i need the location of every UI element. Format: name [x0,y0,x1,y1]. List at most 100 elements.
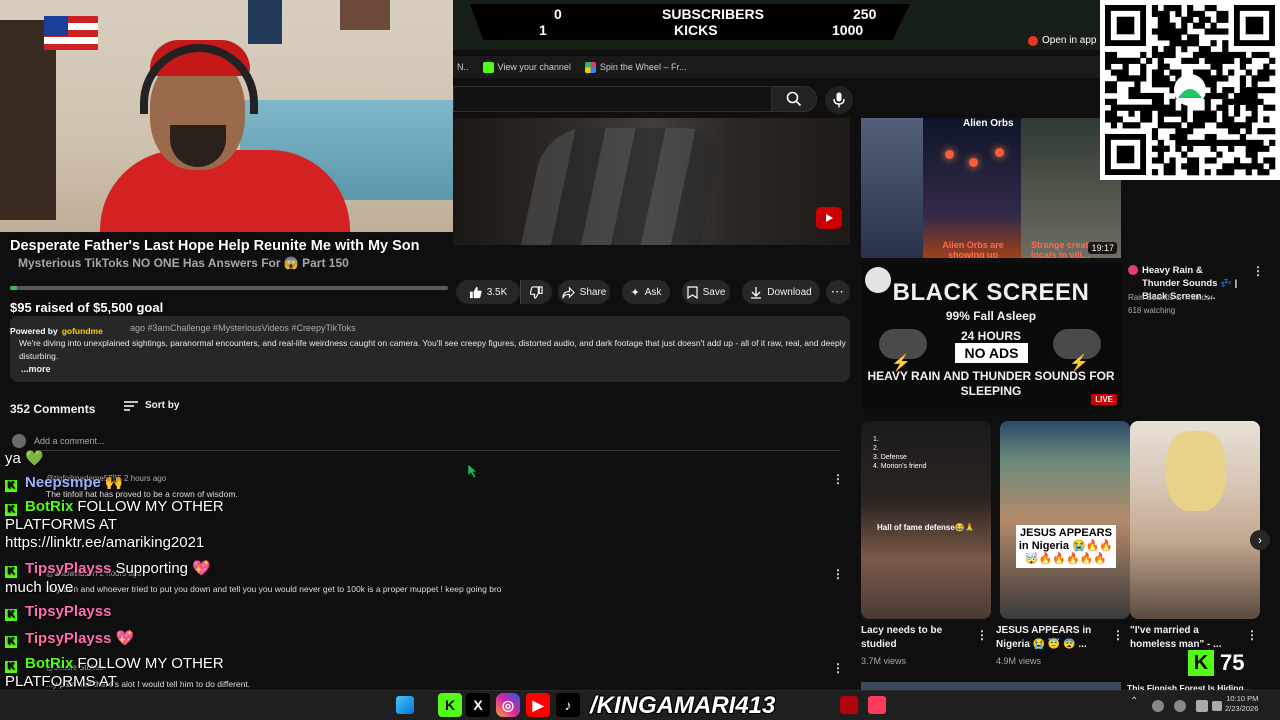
short-title[interactable]: Lacy needs to be studied [861,624,966,652]
kick-icon: K [1188,650,1214,676]
short-thumbnail[interactable]: 1. 2. 3. Defense 4. Morion's friend Hall of… [861,421,991,619]
shorts-next-button[interactable]: › [1250,530,1270,550]
kick-icon: K [438,693,462,717]
comment-menu-button[interactable]: ⋮ [832,472,844,486]
ask-label: Ask [644,286,662,298]
download-button[interactable]: Download [742,280,820,304]
next-thumbnail[interactable] [861,682,1121,690]
download-icon [751,286,762,299]
subscribers-goal: 250 [853,6,877,22]
volume-icon[interactable] [1212,701,1222,711]
orb-icon [945,150,954,159]
open-in-app-button[interactable]: Open in app [1028,35,1097,46]
system-clock[interactable]: 10:10 PM 2/23/2026 [1225,694,1258,714]
like-button[interactable]: 3.5K [456,280,520,304]
chat-text: much love [5,579,74,596]
recommended-thumbnail[interactable]: Alien Orbs Alien Orbs are showing up eve… [861,118,1121,258]
kick-count-value: 75 [1220,650,1245,675]
kick-badge-icon: K [5,504,17,516]
kick-badge-icon: K [5,609,17,621]
chat-text: Supporting 💖 [115,560,211,577]
recommended-menu-button[interactable]: ⋮ [1252,264,1264,278]
save-label: Save [702,286,726,298]
short-views: 3.7M views [861,656,907,666]
bookmark-icon [686,285,698,299]
social-handles-bar: K X ◎ ▶ ♪ /KINGAMARI413 [436,691,820,719]
donation-powered-by: Powered by gofundme [10,326,103,336]
kicks-goal: 1000 [832,22,864,38]
webcam-shelf [0,20,56,220]
sort-icon [124,400,138,411]
short-person [1166,431,1226,511]
chevron-up-icon[interactable]: ⌃ [1130,696,1140,714]
donation-progress-bar [10,286,448,290]
short-menu-button[interactable]: ⋮ [1112,628,1124,642]
chat-message: https://linktr.ee/amariking2021 [5,534,204,551]
tray-icon[interactable] [1152,700,1164,712]
short-title[interactable]: JESUS APPEARS in Nigeria 😭 😇 😨 ... [996,624,1108,652]
open-in-app-label: Open in app [1042,35,1097,46]
tray-icon[interactable] [1174,700,1186,712]
bookmark-label: Spin the Wheel – Fr... [599,62,687,72]
donation-raised: $95 raised of $5,500 goal [10,300,164,315]
short-menu-button[interactable]: ⋮ [976,628,988,642]
sort-comments-button[interactable]: Sort by [124,400,179,411]
app-icon[interactable] [840,696,858,714]
bookmark-truncated[interactable]: N.. [457,62,469,72]
description-text: We're diving into unexplained sightings,… [19,338,846,361]
chat-username: TipsyPlayss [25,603,112,620]
chat-text: PLATFORMS AT [5,673,117,690]
comment-menu-button[interactable]: ⋮ [832,661,844,675]
description-more-link[interactable]: ...more [21,364,51,374]
more-actions-button[interactable]: ··· [826,280,850,304]
search-input[interactable] [453,86,771,112]
video-player[interactable] [453,118,850,245]
play-icon [826,214,833,222]
recommended-watching: 618 watching [1128,306,1176,315]
short-thumbnail[interactable]: JESUS APPEARS in Nigeria 😭🔥🔥 🤯🔥🔥🔥🔥🔥 [1000,421,1130,619]
webcam-poster [340,0,390,30]
chat-username: BotRix [25,655,74,672]
powered-by-label: Powered by [10,326,58,336]
kick-counter: K 75 [1188,650,1244,676]
chat-message: K BotRix FOLLOW MY OTHER [5,655,224,673]
chat-username: TipsyPlayss [25,630,112,647]
share-label: Share [579,286,607,298]
dislike-button[interactable] [520,280,552,304]
bookmark-view-channel[interactable]: View your channel [482,61,571,73]
chat-message: K Neepsmpe 🙌 [5,473,124,492]
subscribe-watermark-icon[interactable] [816,207,842,229]
wifi-icon[interactable] [1196,700,1208,712]
streamer-hoodie [100,150,350,232]
short-overlay: Hall of fame defense😂🙏 [877,523,975,532]
short-title[interactable]: "I've married a homeless man" - ... [1130,624,1240,652]
short-thumbnail[interactable] [1130,421,1260,619]
more-horizontal-icon: ··· [831,286,845,298]
instagram-icon: ◎ [496,693,520,717]
kick-badge-icon: K [5,566,17,578]
voice-search-button[interactable] [825,86,853,114]
qr-code-pattern [1105,5,1276,176]
recommended-channel[interactable]: Rain Sounds & Thunder [1128,293,1213,302]
chat-text: https://linktr.ee/amariking2021 [5,534,205,551]
chat-message: ya 💚 [5,449,44,467]
description-box[interactable]: ago #3amChallenge #MysteriousVideos #Cre… [10,316,850,382]
chat-text: FOLLOW MY OTHER [77,655,224,672]
windows-start-icon[interactable] [396,696,414,714]
share-button[interactable]: Share [558,280,610,304]
save-button[interactable]: Save [682,280,730,304]
webcam-flag-field [44,16,68,36]
add-comment-input[interactable]: Add a comment... [34,436,105,446]
mic-icon [833,92,845,108]
live-thumbnail[interactable]: BLACK SCREEN 99% Fall Asleep ⚡ ⚡ 24 HOUR… [861,263,1121,409]
app-icon[interactable] [868,696,886,714]
bookmark-spin-wheel[interactable]: Spin the Wheel – Fr... [584,61,687,73]
video-title: Mysterious TikToks NO ONE Has Answers Fo… [18,256,349,270]
short-menu-button[interactable]: ⋮ [1246,628,1258,642]
ask-button[interactable]: ✦ Ask [622,280,670,304]
webcam-feed [0,0,453,232]
no-ads-badge: NO ADS [955,343,1028,363]
chat-message: much love [5,579,73,596]
comment-menu-button[interactable]: ⋮ [832,567,844,581]
search-button[interactable] [771,86,817,112]
